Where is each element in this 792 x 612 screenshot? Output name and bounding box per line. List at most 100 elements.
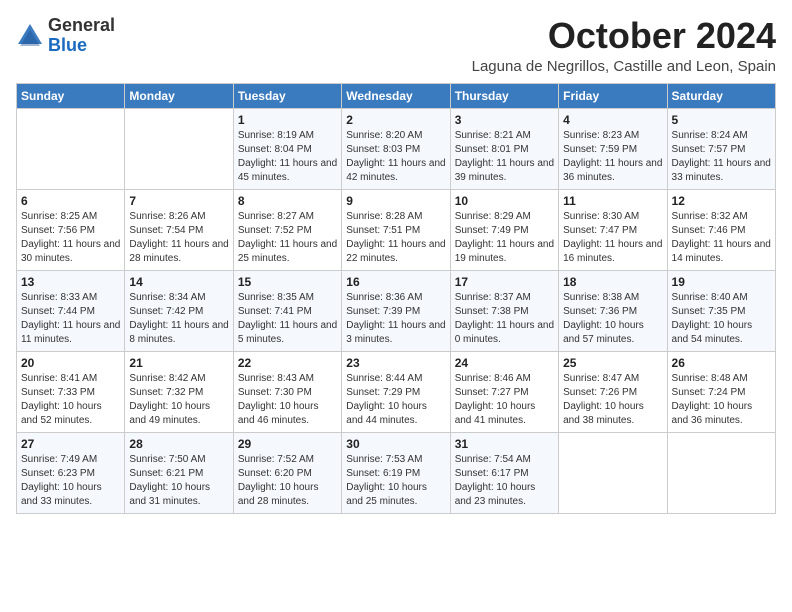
day-sunrise: Sunrise: 8:48 AM <box>672 373 748 384</box>
day-sunset: Sunset: 7:30 PM <box>238 387 312 398</box>
calendar-cell: 10 Sunrise: 8:29 AM Sunset: 7:49 PM Dayl… <box>450 189 558 270</box>
calendar-cell: 9 Sunrise: 8:28 AM Sunset: 7:51 PM Dayli… <box>342 189 450 270</box>
day-daylight: Daylight: 11 hours and 3 minutes. <box>346 320 445 345</box>
day-number: 18 <box>563 275 662 289</box>
day-number: 13 <box>21 275 120 289</box>
calendar-cell: 7 Sunrise: 8:26 AM Sunset: 7:54 PM Dayli… <box>125 189 233 270</box>
day-sunset: Sunset: 7:52 PM <box>238 225 312 236</box>
day-daylight: Daylight: 10 hours and 25 minutes. <box>346 482 427 507</box>
day-sunrise: Sunrise: 8:28 AM <box>346 211 422 222</box>
logo-text: General Blue <box>48 16 115 56</box>
day-number: 31 <box>455 437 554 451</box>
day-daylight: Daylight: 11 hours and 30 minutes. <box>21 239 120 264</box>
day-daylight: Daylight: 10 hours and 49 minutes. <box>129 401 210 426</box>
day-sunset: Sunset: 7:36 PM <box>563 306 637 317</box>
logo: General Blue <box>16 16 115 56</box>
calendar-cell: 3 Sunrise: 8:21 AM Sunset: 8:01 PM Dayli… <box>450 108 558 189</box>
calendar-cell: 30 Sunrise: 7:53 AM Sunset: 6:19 PM Dayl… <box>342 432 450 513</box>
calendar-cell: 1 Sunrise: 8:19 AM Sunset: 8:04 PM Dayli… <box>233 108 341 189</box>
day-sunrise: Sunrise: 8:37 AM <box>455 292 531 303</box>
page-header: General Blue October 2024 Laguna de Negr… <box>16 16 776 75</box>
calendar-cell: 13 Sunrise: 8:33 AM Sunset: 7:44 PM Dayl… <box>17 270 125 351</box>
day-number: 11 <box>563 194 662 208</box>
calendar-cell: 31 Sunrise: 7:54 AM Sunset: 6:17 PM Dayl… <box>450 432 558 513</box>
day-sunset: Sunset: 8:01 PM <box>455 144 529 155</box>
day-sunrise: Sunrise: 8:29 AM <box>455 211 531 222</box>
day-daylight: Daylight: 11 hours and 19 minutes. <box>455 239 554 264</box>
day-daylight: Daylight: 10 hours and 57 minutes. <box>563 320 644 345</box>
day-daylight: Daylight: 11 hours and 25 minutes. <box>238 239 337 264</box>
calendar-cell: 17 Sunrise: 8:37 AM Sunset: 7:38 PM Dayl… <box>450 270 558 351</box>
day-sunset: Sunset: 7:41 PM <box>238 306 312 317</box>
day-sunset: Sunset: 7:38 PM <box>455 306 529 317</box>
day-sunrise: Sunrise: 7:53 AM <box>346 454 422 465</box>
calendar-cell: 19 Sunrise: 8:40 AM Sunset: 7:35 PM Dayl… <box>667 270 775 351</box>
day-daylight: Daylight: 11 hours and 45 minutes. <box>238 158 337 183</box>
day-sunset: Sunset: 6:20 PM <box>238 468 312 479</box>
day-sunrise: Sunrise: 8:27 AM <box>238 211 314 222</box>
day-daylight: Daylight: 11 hours and 14 minutes. <box>672 239 771 264</box>
day-sunrise: Sunrise: 7:52 AM <box>238 454 314 465</box>
day-number: 9 <box>346 194 445 208</box>
day-sunset: Sunset: 7:32 PM <box>129 387 203 398</box>
day-sunrise: Sunrise: 8:47 AM <box>563 373 639 384</box>
week-row-3: 13 Sunrise: 8:33 AM Sunset: 7:44 PM Dayl… <box>17 270 776 351</box>
day-sunset: Sunset: 6:17 PM <box>455 468 529 479</box>
week-row-2: 6 Sunrise: 8:25 AM Sunset: 7:56 PM Dayli… <box>17 189 776 270</box>
day-daylight: Daylight: 11 hours and 11 minutes. <box>21 320 120 345</box>
day-number: 19 <box>672 275 771 289</box>
calendar-cell: 12 Sunrise: 8:32 AM Sunset: 7:46 PM Dayl… <box>667 189 775 270</box>
calendar-cell: 18 Sunrise: 8:38 AM Sunset: 7:36 PM Dayl… <box>559 270 667 351</box>
day-sunset: Sunset: 7:47 PM <box>563 225 637 236</box>
day-daylight: Daylight: 10 hours and 31 minutes. <box>129 482 210 507</box>
calendar-cell: 26 Sunrise: 8:48 AM Sunset: 7:24 PM Dayl… <box>667 351 775 432</box>
calendar-cell: 22 Sunrise: 8:43 AM Sunset: 7:30 PM Dayl… <box>233 351 341 432</box>
day-sunrise: Sunrise: 8:21 AM <box>455 130 531 141</box>
calendar-cell: 16 Sunrise: 8:36 AM Sunset: 7:39 PM Dayl… <box>342 270 450 351</box>
calendar-cell: 6 Sunrise: 8:25 AM Sunset: 7:56 PM Dayli… <box>17 189 125 270</box>
day-number: 29 <box>238 437 337 451</box>
calendar-cell: 2 Sunrise: 8:20 AM Sunset: 8:03 PM Dayli… <box>342 108 450 189</box>
calendar-cell: 15 Sunrise: 8:35 AM Sunset: 7:41 PM Dayl… <box>233 270 341 351</box>
day-sunset: Sunset: 7:35 PM <box>672 306 746 317</box>
day-number: 20 <box>21 356 120 370</box>
day-number: 24 <box>455 356 554 370</box>
calendar-cell: 11 Sunrise: 8:30 AM Sunset: 7:47 PM Dayl… <box>559 189 667 270</box>
calendar-cell: 20 Sunrise: 8:41 AM Sunset: 7:33 PM Dayl… <box>17 351 125 432</box>
day-number: 12 <box>672 194 771 208</box>
day-daylight: Daylight: 11 hours and 33 minutes. <box>672 158 771 183</box>
calendar-cell <box>559 432 667 513</box>
col-tuesday: Tuesday <box>233 83 341 108</box>
day-number: 17 <box>455 275 554 289</box>
day-sunset: Sunset: 7:39 PM <box>346 306 420 317</box>
day-number: 3 <box>455 113 554 127</box>
day-sunrise: Sunrise: 8:26 AM <box>129 211 205 222</box>
calendar-cell: 28 Sunrise: 7:50 AM Sunset: 6:21 PM Dayl… <box>125 432 233 513</box>
day-number: 7 <box>129 194 228 208</box>
day-daylight: Daylight: 11 hours and 8 minutes. <box>129 320 228 345</box>
day-sunset: Sunset: 7:49 PM <box>455 225 529 236</box>
day-sunrise: Sunrise: 7:49 AM <box>21 454 97 465</box>
day-sunset: Sunset: 7:42 PM <box>129 306 203 317</box>
day-number: 4 <box>563 113 662 127</box>
day-sunset: Sunset: 6:23 PM <box>21 468 95 479</box>
day-daylight: Daylight: 10 hours and 23 minutes. <box>455 482 536 507</box>
day-sunset: Sunset: 7:51 PM <box>346 225 420 236</box>
day-daylight: Daylight: 10 hours and 36 minutes. <box>672 401 753 426</box>
day-sunrise: Sunrise: 8:42 AM <box>129 373 205 384</box>
day-sunset: Sunset: 7:54 PM <box>129 225 203 236</box>
day-sunset: Sunset: 7:29 PM <box>346 387 420 398</box>
day-sunset: Sunset: 7:26 PM <box>563 387 637 398</box>
day-sunrise: Sunrise: 8:35 AM <box>238 292 314 303</box>
day-sunset: Sunset: 6:21 PM <box>129 468 203 479</box>
week-row-5: 27 Sunrise: 7:49 AM Sunset: 6:23 PM Dayl… <box>17 432 776 513</box>
day-number: 8 <box>238 194 337 208</box>
day-number: 25 <box>563 356 662 370</box>
day-sunrise: Sunrise: 8:19 AM <box>238 130 314 141</box>
calendar-cell: 14 Sunrise: 8:34 AM Sunset: 7:42 PM Dayl… <box>125 270 233 351</box>
title-area: October 2024 Laguna de Negrillos, Castil… <box>472 16 776 75</box>
day-sunrise: Sunrise: 8:23 AM <box>563 130 639 141</box>
logo-general: General <box>48 15 115 35</box>
calendar-cell: 4 Sunrise: 8:23 AM Sunset: 7:59 PM Dayli… <box>559 108 667 189</box>
day-daylight: Daylight: 10 hours and 41 minutes. <box>455 401 536 426</box>
